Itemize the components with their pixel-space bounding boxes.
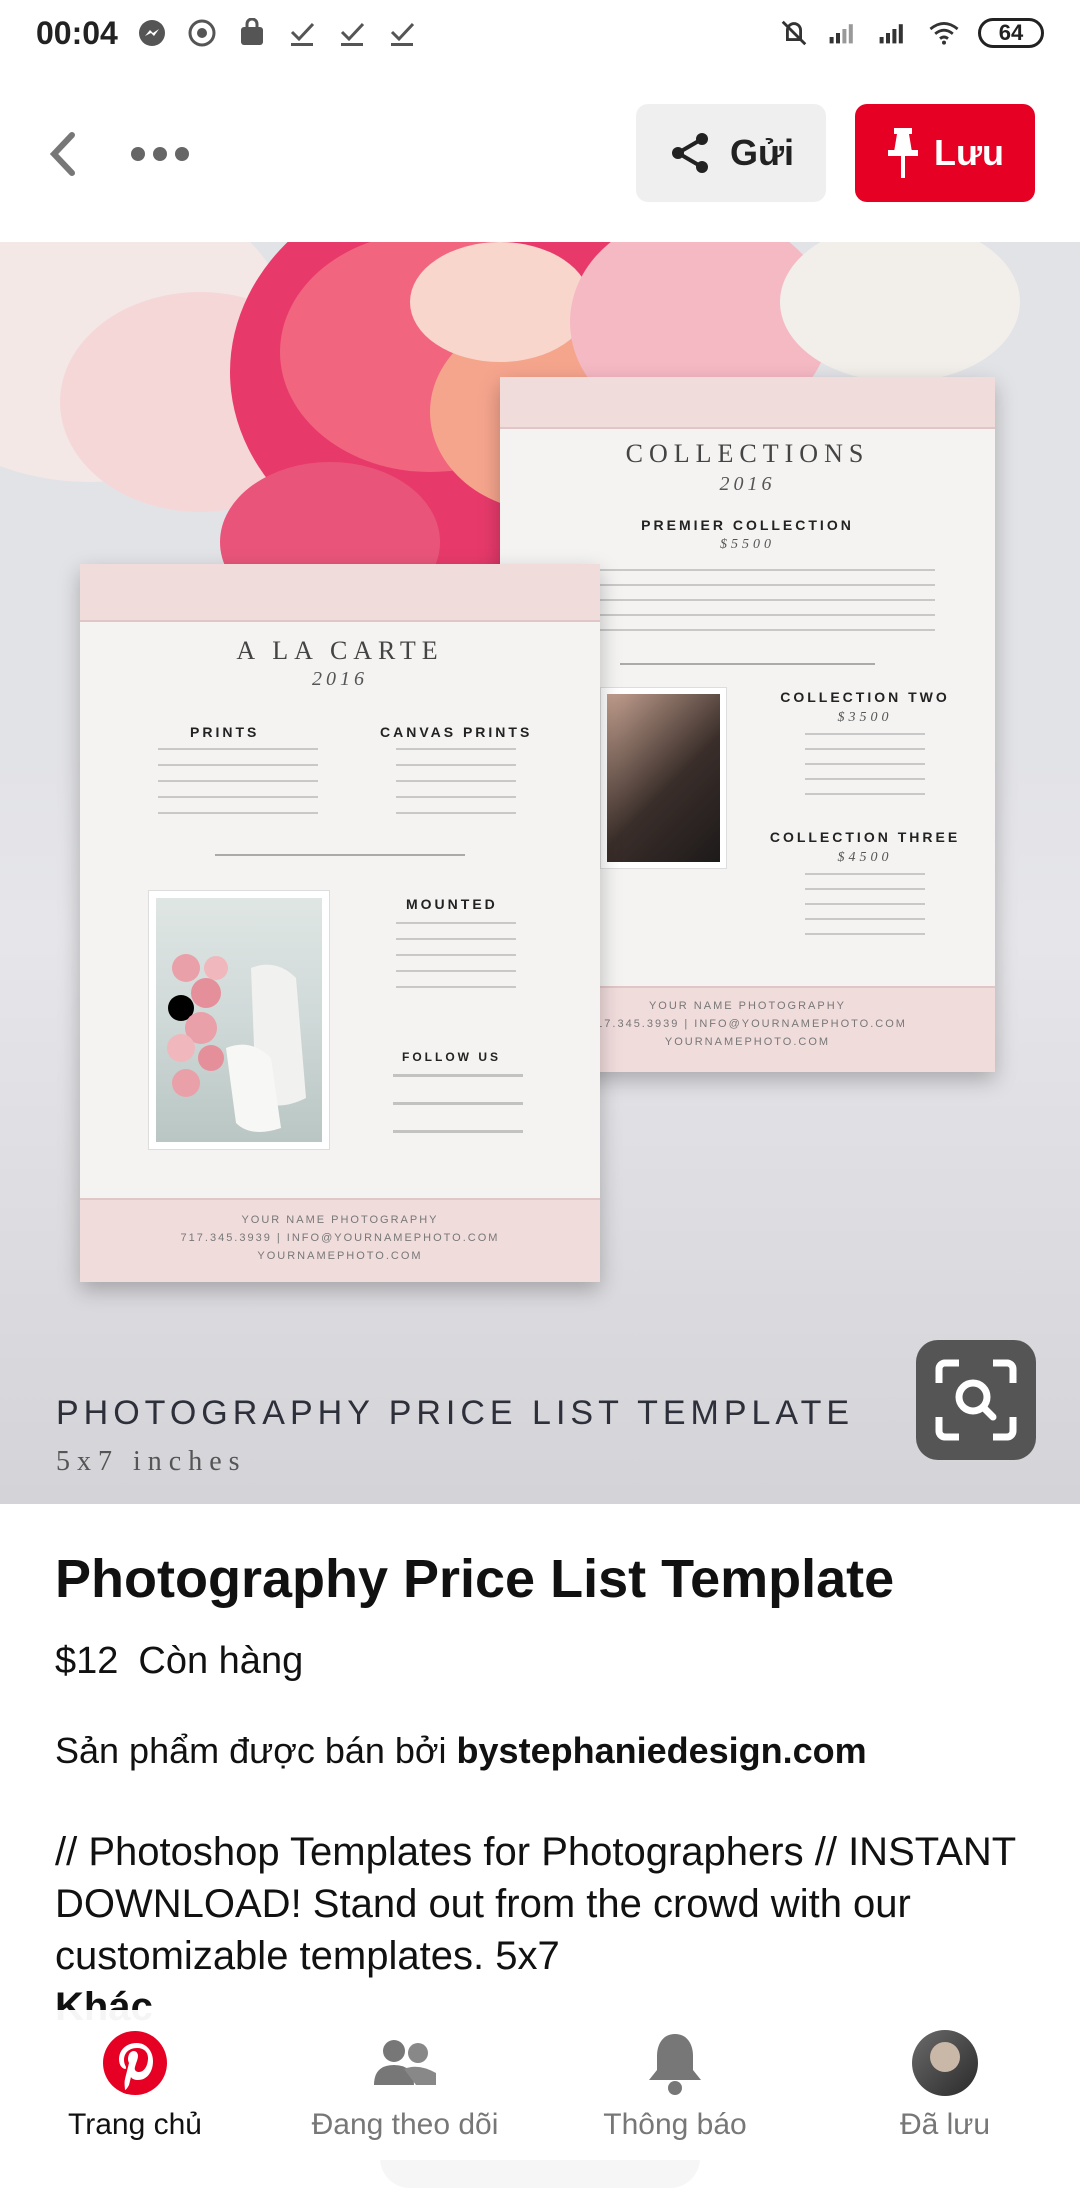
collection-three-price: $4500 xyxy=(837,850,893,865)
canvas-prints-heading: CANVAS PRINTS xyxy=(380,724,533,740)
messenger-icon xyxy=(136,17,168,49)
pin-description: // Photoshop Templates for Photographers… xyxy=(55,1830,1016,1978)
download-done-icon xyxy=(336,17,368,49)
more-options-button[interactable] xyxy=(120,124,200,184)
card-band-top xyxy=(500,377,995,429)
download-done-icon xyxy=(286,17,318,49)
nav-following[interactable]: Đang theo dõi xyxy=(285,2028,525,2142)
visual-search-button[interactable] xyxy=(916,1340,1036,1460)
pin-icon xyxy=(887,128,918,178)
bouquet-photo xyxy=(148,890,330,1150)
roses-image xyxy=(167,954,306,1132)
follow-us-heading: FOLLOW US xyxy=(402,1050,501,1064)
social-list xyxy=(393,1074,523,1150)
image-caption-sub: 5x7 inches xyxy=(56,1446,247,1477)
avatar xyxy=(912,2030,978,2096)
dot xyxy=(131,147,145,161)
download-done-icon xyxy=(386,17,418,49)
profile-avatar xyxy=(910,2028,980,2098)
prints-heading: PRINTS xyxy=(190,724,260,740)
nav-label: Thông báo xyxy=(603,2108,747,2141)
collection-two-details xyxy=(805,733,925,803)
collection-three-details xyxy=(805,873,925,943)
mounted-list xyxy=(396,922,516,1002)
nav-label: Trang chủ xyxy=(68,2108,202,2141)
back-button[interactable] xyxy=(34,124,94,184)
mounted-heading: MOUNTED xyxy=(406,896,498,912)
collection-two-heading: COLLECTION TWO xyxy=(780,689,950,705)
signal-icon xyxy=(828,17,860,49)
nav-notifications[interactable]: Thông báo xyxy=(555,2028,795,2142)
bottom-nav: Trang chủ Đang theo dõi Thông báo Đã lưu xyxy=(0,2010,1080,2160)
bell-icon xyxy=(640,2028,710,2098)
collections-title: COLLECTIONS xyxy=(625,439,870,468)
status-right: 64 xyxy=(778,17,1044,49)
card-band-bottom: YOUR NAME PHOTOGRAPHY 717.345.3939 | INF… xyxy=(80,1198,600,1282)
pin-image[interactable]: COLLECTIONS 2016 PREMIER COLLECTION $550… xyxy=(0,242,1080,1504)
collection-three-heading: COLLECTION THREE xyxy=(769,829,961,845)
divider xyxy=(620,663,875,665)
prints-list xyxy=(158,748,318,828)
pin-title: Photography Price List Template xyxy=(55,1549,895,1609)
people-icon xyxy=(370,2028,440,2098)
chrome-icon xyxy=(186,17,218,49)
dot xyxy=(175,147,189,161)
a-la-carte-card: A LA CARTE 2016 PRINTS CANVAS PRINTS MOU… xyxy=(80,564,600,1282)
shop-icon xyxy=(236,17,268,49)
send-button[interactable]: Gửi xyxy=(636,104,826,202)
wifi-icon xyxy=(928,17,960,49)
pinterest-logo-icon xyxy=(100,2028,170,2098)
lens-search-icon xyxy=(935,1359,1017,1441)
stock-status: Còn hàng xyxy=(138,1640,304,1682)
top-bar: Gửi Lưu xyxy=(0,96,1080,212)
save-button[interactable]: Lưu xyxy=(855,104,1035,202)
share-icon xyxy=(671,133,708,173)
collections-year: 2016 xyxy=(719,473,776,495)
battery-indicator: 64 xyxy=(978,18,1044,48)
send-label: Gửi xyxy=(729,132,795,173)
nav-home[interactable]: Trang chủ xyxy=(15,2028,255,2142)
price: $12 xyxy=(55,1640,119,1682)
collection-two-price: $3500 xyxy=(837,710,893,725)
footer-line: 717.345.3939 | INFO@YOURNAMEPHOTO.COM xyxy=(180,1232,500,1244)
nav-saved[interactable]: Đã lưu xyxy=(825,2028,1065,2142)
footer-line: YOURNAMEPHOTO.COM xyxy=(257,1250,423,1262)
footer-line: YOUR NAME PHOTOGRAPHY xyxy=(241,1214,439,1226)
signal-icon xyxy=(878,17,910,49)
nav-label: Đã lưu xyxy=(899,2108,991,2141)
dot xyxy=(153,147,167,161)
status-left: 00:04 xyxy=(36,15,418,52)
lorem-block xyxy=(580,569,935,639)
card-band-top xyxy=(80,564,600,622)
couple-photo xyxy=(600,687,727,869)
save-label: Lưu xyxy=(933,132,1005,173)
status-bar: 00:04 64 xyxy=(0,0,1080,66)
divider xyxy=(215,854,465,856)
vibrate-off-icon xyxy=(778,17,810,49)
premier-price: $5500 xyxy=(720,537,775,552)
seller-prefix: Sản phẩm được bán bởi xyxy=(55,1730,457,1771)
price-row: $12 Còn hàng xyxy=(55,1640,303,1683)
status-time: 00:04 xyxy=(36,14,118,51)
seller-row: Sản phẩm được bán bởi bystephaniedesign.… xyxy=(55,1730,867,1772)
image-caption: PHOTOGRAPHY PRICE LIST TEMPLATE xyxy=(56,1394,855,1432)
nav-label: Đang theo dõi xyxy=(311,2108,499,2141)
seller-link[interactable]: bystephaniedesign.com xyxy=(457,1730,867,1771)
canvas-prints-list xyxy=(396,748,516,828)
a-la-carte-year: 2016 xyxy=(312,668,368,690)
chevron-left-icon xyxy=(49,132,75,176)
premier-heading: PREMIER COLLECTION xyxy=(641,517,854,533)
a-la-carte-title: A LA CARTE xyxy=(236,636,444,665)
